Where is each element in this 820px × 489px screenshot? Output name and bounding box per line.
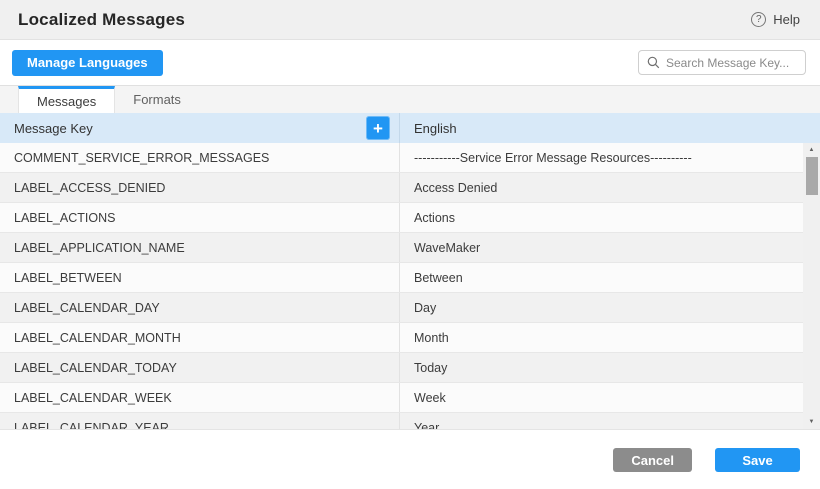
row-message-key-cell[interactable]: LABEL_CALENDAR_DAY xyxy=(0,293,400,322)
table-row[interactable]: LABEL_CALENDAR_DAY Day xyxy=(0,293,803,323)
help-icon: ? xyxy=(751,12,766,27)
scrollbar-thumb[interactable] xyxy=(806,157,818,195)
table-body-rows: COMMENT_SERVICE_ERROR_MESSAGES ---------… xyxy=(0,143,803,429)
scroll-down-icon[interactable]: ▼ xyxy=(803,418,820,426)
help-button[interactable]: ? Help xyxy=(751,12,800,27)
row-message-key-cell[interactable]: LABEL_ACTIONS xyxy=(0,203,400,232)
table-header: Message Key + English xyxy=(0,113,820,143)
scroll-up-icon[interactable]: ▲ xyxy=(803,146,820,154)
table-row[interactable]: LABEL_CALENDAR_TODAY Today xyxy=(0,353,803,383)
table-row[interactable]: LABEL_CALENDAR_YEAR Year xyxy=(0,413,803,429)
help-label: Help xyxy=(773,12,800,27)
table-row[interactable]: LABEL_BETWEEN Between xyxy=(0,263,803,293)
row-english-value-cell[interactable]: Week xyxy=(400,391,803,405)
row-english-value-cell[interactable]: Between xyxy=(400,271,803,285)
row-message-key-cell[interactable]: LABEL_CALENDAR_WEEK xyxy=(0,383,400,412)
manage-languages-button[interactable]: Manage Languages xyxy=(12,50,163,76)
row-message-key-cell[interactable]: LABEL_BETWEEN xyxy=(0,263,400,292)
page-title: Localized Messages xyxy=(18,10,185,30)
row-english-value-cell[interactable]: Month xyxy=(400,331,803,345)
row-english-value-cell[interactable]: -----------Service Error Message Resourc… xyxy=(400,151,803,165)
vertical-scrollbar[interactable]: ▲ ▼ xyxy=(803,143,820,429)
message-key-column-label: Message Key xyxy=(14,121,93,136)
toolbar: Manage Languages xyxy=(0,40,820,85)
scrollbar-track[interactable] xyxy=(803,154,820,418)
table-row[interactable]: LABEL_ACTIONS Actions xyxy=(0,203,803,233)
column-header-english: English xyxy=(400,121,820,136)
row-message-key-cell[interactable]: LABEL_APPLICATION_NAME xyxy=(0,233,400,262)
table-row[interactable]: LABEL_APPLICATION_NAME WaveMaker xyxy=(0,233,803,263)
row-english-value-cell[interactable]: Actions xyxy=(400,211,803,225)
tab-formats[interactable]: Formats xyxy=(115,86,199,113)
row-message-key-cell[interactable]: LABEL_ACCESS_DENIED xyxy=(0,173,400,202)
tab-messages[interactable]: Messages xyxy=(18,86,115,113)
table-row[interactable]: LABEL_CALENDAR_WEEK Week xyxy=(0,383,803,413)
table-row[interactable]: COMMENT_SERVICE_ERROR_MESSAGES ---------… xyxy=(0,143,803,173)
row-message-key-cell[interactable]: LABEL_CALENDAR_YEAR xyxy=(0,413,400,429)
search-icon xyxy=(647,56,660,69)
tab-strip: Messages Formats xyxy=(0,85,820,113)
row-english-value-cell[interactable]: WaveMaker xyxy=(400,241,803,255)
page-header: Localized Messages ? Help xyxy=(0,0,820,40)
row-english-value-cell[interactable]: Day xyxy=(400,301,803,315)
localized-messages-dialog: Localized Messages ? Help Manage Languag… xyxy=(0,0,820,489)
row-english-value-cell[interactable]: Year xyxy=(400,421,803,430)
column-header-message-key: Message Key + xyxy=(0,113,400,143)
footer: Cancel Save xyxy=(0,430,820,489)
row-message-key-cell[interactable]: LABEL_CALENDAR_TODAY xyxy=(0,353,400,382)
messages-table: COMMENT_SERVICE_ERROR_MESSAGES ---------… xyxy=(0,143,820,430)
table-row[interactable]: LABEL_CALENDAR_MONTH Month xyxy=(0,323,803,353)
search-message-key-input[interactable] xyxy=(666,56,797,70)
row-message-key-cell[interactable]: COMMENT_SERVICE_ERROR_MESSAGES xyxy=(0,143,400,172)
row-message-key-cell[interactable]: LABEL_CALENDAR_MONTH xyxy=(0,323,400,352)
cancel-button[interactable]: Cancel xyxy=(613,448,692,472)
row-english-value-cell[interactable]: Today xyxy=(400,361,803,375)
search-box[interactable] xyxy=(638,50,806,75)
table-row[interactable]: LABEL_ACCESS_DENIED Access Denied xyxy=(0,173,803,203)
row-english-value-cell[interactable]: Access Denied xyxy=(400,181,803,195)
save-button[interactable]: Save xyxy=(715,448,800,472)
add-message-key-button[interactable]: + xyxy=(366,116,390,140)
